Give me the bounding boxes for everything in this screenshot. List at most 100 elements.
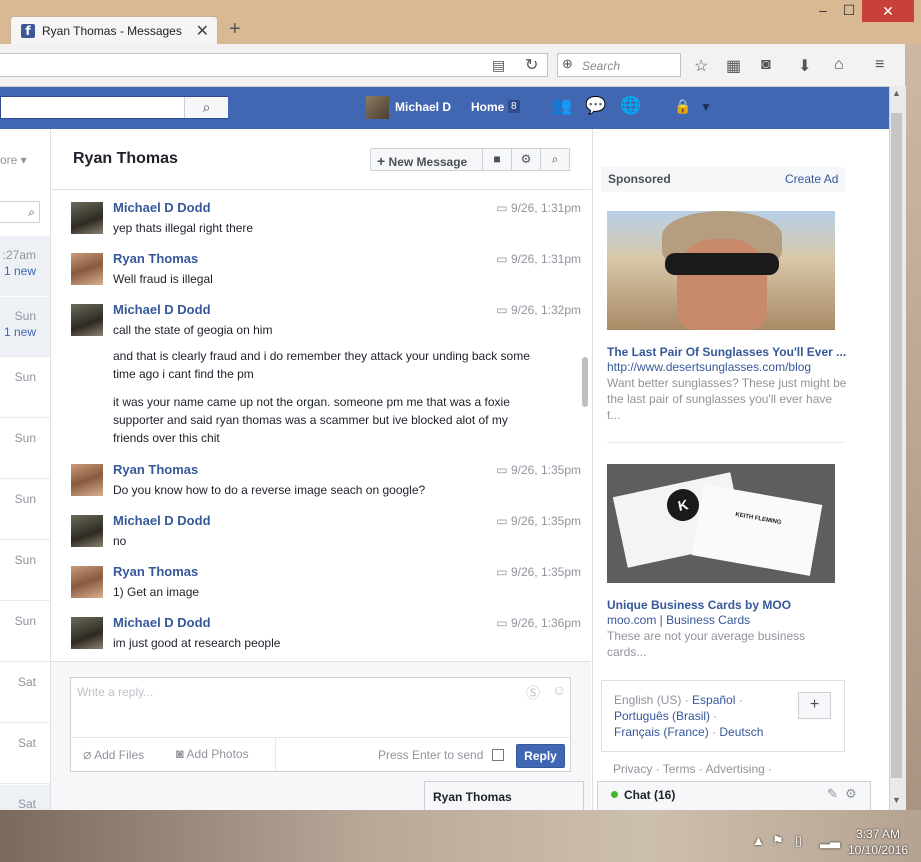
maximize-icon[interactable]: ☐ bbox=[834, 0, 864, 22]
more-dropdown[interactable]: ore ▾ bbox=[0, 153, 27, 167]
list-item[interactable]: Sun bbox=[0, 480, 50, 540]
list-item[interactable]: Sun bbox=[0, 602, 50, 662]
avatar[interactable] bbox=[71, 464, 103, 496]
list-item[interactable]: Sun bbox=[0, 419, 50, 479]
ad-divider bbox=[607, 442, 845, 443]
url-bar[interactable] bbox=[0, 53, 548, 77]
network-signal-icon[interactable]: ▂▃ bbox=[820, 833, 840, 849]
home-link[interactable]: Home bbox=[471, 100, 504, 114]
list-item[interactable]: :27am 1 new bbox=[0, 236, 50, 296]
ad-url[interactable]: moo.com | Business Cards bbox=[607, 613, 750, 627]
list-item-time: Sat bbox=[17, 675, 36, 689]
list-item-time: :27am bbox=[2, 248, 36, 262]
chat-label[interactable]: Chat (16) bbox=[624, 788, 675, 802]
list-item-time: Sun bbox=[14, 309, 36, 323]
compose-icon[interactable]: ✎ bbox=[827, 786, 838, 802]
press-enter-checkbox[interactable] bbox=[492, 749, 504, 761]
message-sender[interactable]: Ryan Thomas bbox=[113, 564, 198, 579]
search-icon[interactable]: ⌕ bbox=[541, 148, 570, 171]
message-timestamp: ▭ 9/26, 1:35pm bbox=[496, 565, 581, 579]
reload-icon[interactable]: ↻ bbox=[525, 55, 538, 75]
tab-close-icon[interactable]: ✕ bbox=[196, 21, 209, 41]
gear-icon[interactable]: ⚙ bbox=[845, 786, 857, 802]
conversation-search-input[interactable]: ⌕ bbox=[0, 201, 40, 223]
list-item[interactable]: Sat bbox=[0, 724, 50, 784]
scroll-down-icon[interactable]: ▼ bbox=[892, 795, 901, 805]
battery-icon[interactable]: ▯ bbox=[795, 833, 802, 849]
list-item[interactable]: Sat bbox=[0, 785, 50, 811]
conversation-list: ore ▾ ⌕ :27am 1 new Sun 1 new Sun Sun Su… bbox=[0, 129, 51, 811]
bookmarks-list-icon[interactable]: ▦ bbox=[726, 56, 741, 76]
add-photos-label: Add Photos bbox=[186, 747, 249, 761]
bookmark-star-icon[interactable]: ☆ bbox=[694, 56, 708, 76]
language-link[interactable]: Español bbox=[692, 693, 735, 707]
home-icon[interactable]: ⌂ bbox=[834, 56, 844, 74]
tray-expand-icon[interactable]: ▲ bbox=[752, 833, 765, 848]
reply-button[interactable]: Reply bbox=[516, 744, 565, 768]
language-link[interactable]: Deutsch bbox=[719, 725, 763, 739]
page-scrollbar-thumb[interactable] bbox=[891, 113, 902, 778]
search-icon[interactable]: ⌕ bbox=[28, 205, 35, 220]
ad-image-business-cards[interactable]: K KEITH FLEMING bbox=[607, 464, 835, 583]
friend-requests-icon[interactable]: 👥 bbox=[551, 96, 572, 116]
gear-icon[interactable]: ⚙ bbox=[512, 148, 541, 171]
avatar[interactable] bbox=[71, 515, 103, 547]
add-language-button[interactable]: + bbox=[798, 692, 831, 719]
search-engine-icon[interactable]: ⊕ bbox=[562, 56, 573, 72]
menu-icon[interactable]: ≡ bbox=[875, 56, 884, 74]
message-sender[interactable]: Michael D Dodd bbox=[113, 615, 211, 630]
messages-icon[interactable]: 💬 bbox=[585, 96, 606, 116]
message-text: no bbox=[113, 534, 127, 548]
scroll-up-icon[interactable]: ▲ bbox=[892, 88, 901, 98]
emoji-icon[interactable]: ☺ bbox=[552, 682, 566, 698]
message-sender[interactable]: Michael D Dodd bbox=[113, 513, 211, 528]
avatar[interactable] bbox=[71, 566, 103, 598]
ad-title[interactable]: Unique Business Cards by MOO bbox=[607, 598, 791, 612]
list-item[interactable]: Sun 1 new bbox=[0, 297, 50, 357]
search-icon[interactable]: ⌕ bbox=[184, 97, 228, 118]
list-item[interactable]: Sat bbox=[0, 663, 50, 723]
paperclip-icon: ⌀ bbox=[83, 746, 92, 762]
pocket-icon[interactable]: ◙ bbox=[761, 56, 771, 74]
avatar[interactable] bbox=[71, 202, 103, 234]
ad-title[interactable]: The Last Pair Of Sunglasses You'll Ever … bbox=[607, 345, 846, 359]
ad-url[interactable]: http://www.desertsunglasses.com/blog bbox=[607, 360, 811, 374]
language-link[interactable]: Português (Brasil) bbox=[614, 709, 710, 723]
window-close-icon[interactable]: ✕ bbox=[862, 0, 914, 22]
new-message-button[interactable]: + New Message bbox=[370, 148, 483, 171]
browser-search-input[interactable]: Search bbox=[557, 53, 681, 77]
payment-icon[interactable]: Ⓢ bbox=[526, 683, 540, 703]
profile-link[interactable]: Michael D bbox=[395, 100, 451, 114]
list-item[interactable]: Sun bbox=[0, 358, 50, 418]
privacy-shortcuts-icon[interactable]: 🔒 bbox=[674, 98, 691, 115]
browser-tab[interactable]: f Ryan Thomas - Messages ✕ bbox=[10, 16, 218, 44]
message-sender[interactable]: Michael D Dodd bbox=[113, 302, 211, 317]
new-tab-icon[interactable]: + bbox=[229, 18, 241, 41]
ad-image-sunglasses[interactable] bbox=[607, 211, 835, 330]
create-ad-link[interactable]: Create Ad bbox=[785, 172, 838, 186]
notifications-globe-icon[interactable]: 🌐 bbox=[620, 96, 641, 116]
list-item[interactable]: Sun bbox=[0, 541, 50, 601]
message-sender[interactable]: Michael D Dodd bbox=[113, 200, 211, 215]
avatar[interactable] bbox=[71, 304, 103, 336]
add-photos-button[interactable]: ◙ Add Photos bbox=[176, 746, 249, 761]
avatar[interactable] bbox=[366, 96, 389, 119]
message-sender[interactable]: Ryan Thomas bbox=[113, 462, 198, 477]
reader-view-icon[interactable]: ▤ bbox=[492, 57, 505, 74]
video-call-icon[interactable]: ■ bbox=[483, 148, 512, 171]
account-dropdown-icon[interactable]: ▼ bbox=[700, 100, 712, 114]
downloads-icon[interactable]: ⬇ bbox=[798, 56, 811, 76]
list-item-time: Sun bbox=[14, 492, 36, 506]
message-text: call the state of geogia on him bbox=[113, 323, 273, 337]
message-sender[interactable]: Ryan Thomas bbox=[113, 251, 198, 266]
action-center-flag-icon[interactable]: ⚑ bbox=[772, 833, 784, 849]
avatar[interactable] bbox=[71, 617, 103, 649]
language-link[interactable]: Français (France) bbox=[614, 725, 709, 739]
chat-tab[interactable]: Ryan Thomas bbox=[424, 781, 584, 810]
thread-scrollbar[interactable] bbox=[582, 357, 588, 407]
system-clock[interactable]: 3:37 AM 10/10/2016 bbox=[848, 826, 908, 858]
avatar[interactable] bbox=[71, 253, 103, 285]
add-files-button[interactable]: ⌀ Add Files bbox=[83, 746, 144, 763]
footer-links[interactable]: Privacy · Terms · Advertising · bbox=[613, 762, 772, 776]
message-timestamp: ▭ 9/26, 1:36pm bbox=[496, 616, 581, 630]
